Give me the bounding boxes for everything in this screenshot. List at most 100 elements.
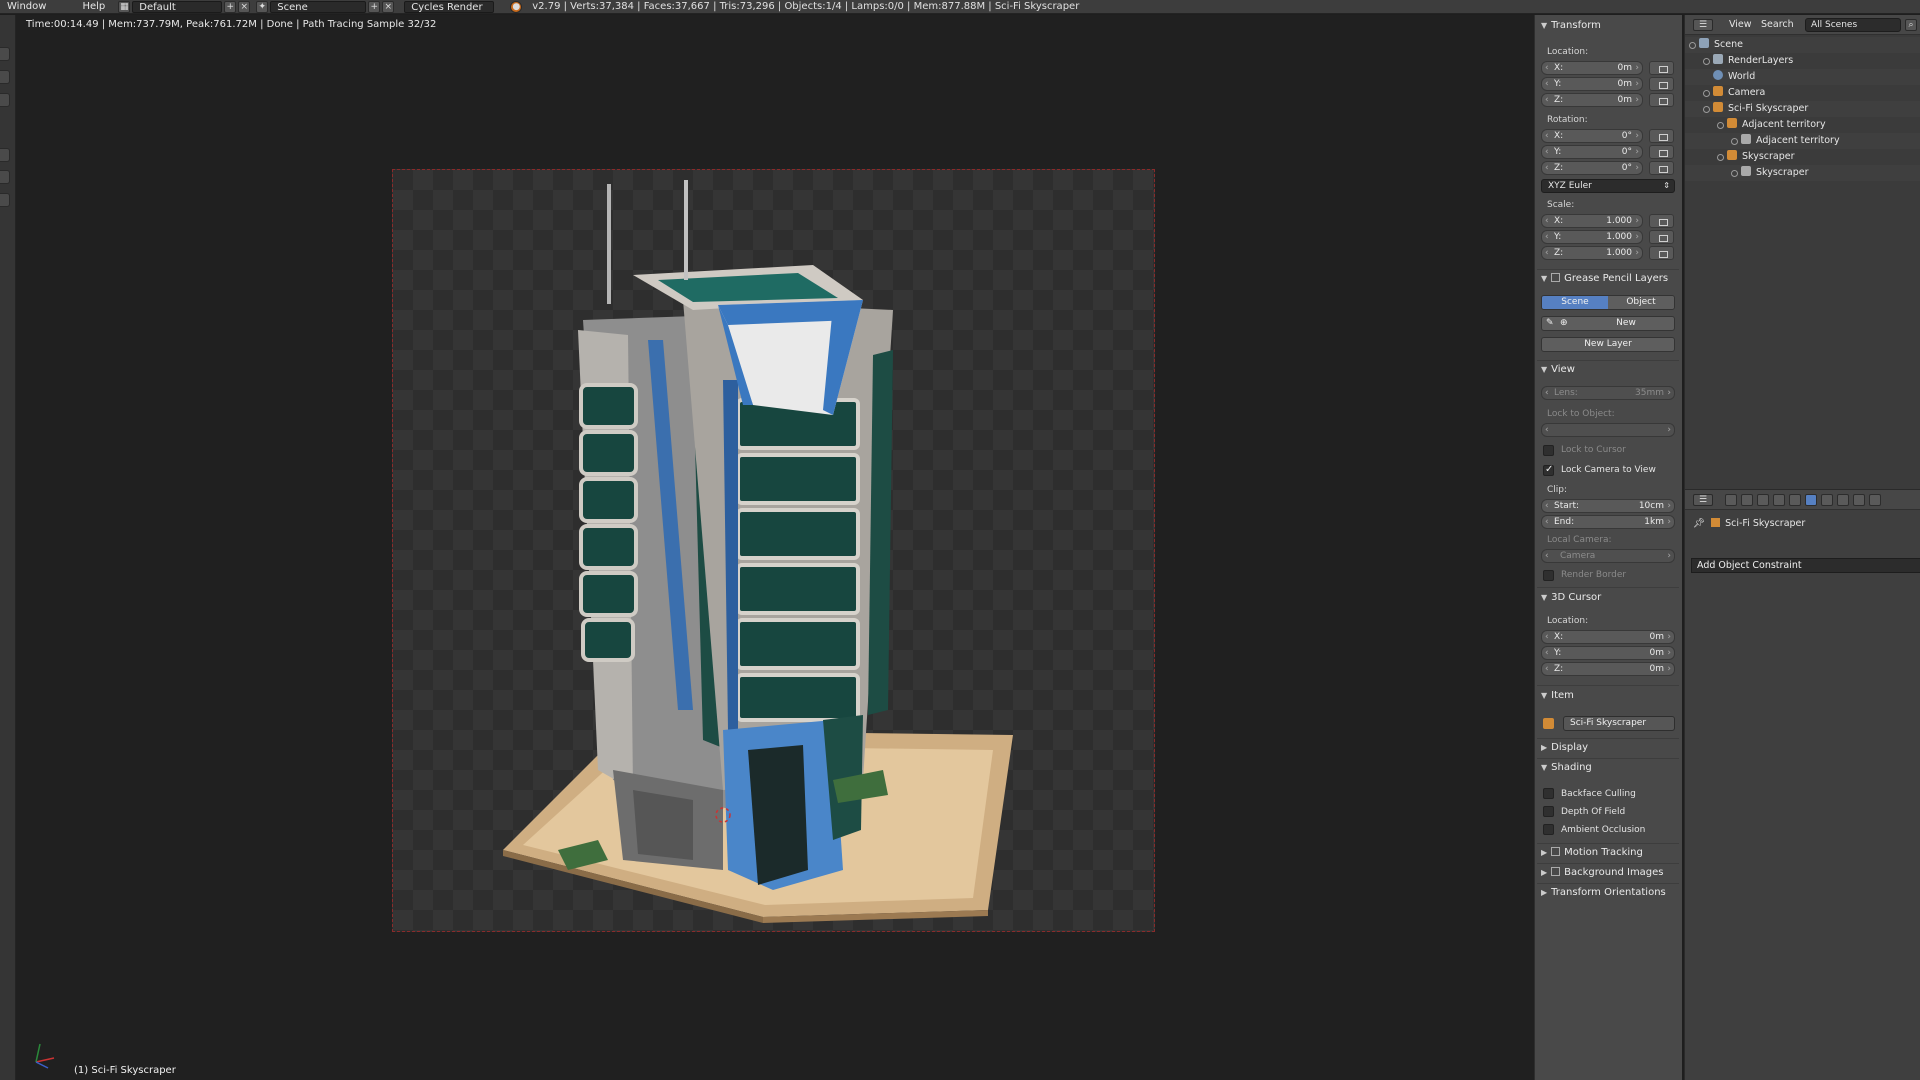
render-engine-dropdown[interactable]: Cycles Render xyxy=(404,0,495,13)
lock-camera-to-view-checkbox[interactable] xyxy=(1543,464,1554,476)
lock-scale-z-icon[interactable] xyxy=(1649,246,1674,260)
layout-screen-icon[interactable]: ▦ xyxy=(118,0,131,13)
outliner-item-skyscraper-mesh[interactable]: Skyscraper xyxy=(1741,165,1809,181)
world-tab-icon[interactable] xyxy=(1773,494,1785,506)
depth-of-field-checkbox[interactable] xyxy=(1543,806,1554,817)
tool-tab[interactable] xyxy=(0,47,10,61)
cursor-z-field[interactable]: Z: 0m xyxy=(1541,662,1675,676)
collapse-toggle-icon[interactable] xyxy=(1703,106,1710,113)
tool-tab[interactable] xyxy=(0,170,10,184)
cursor-x-field[interactable]: X: 0m xyxy=(1541,630,1675,644)
material-tab-icon[interactable] xyxy=(1853,494,1865,506)
render-layers-tab-icon[interactable] xyxy=(1741,494,1753,506)
expand-toggle-icon[interactable] xyxy=(1703,90,1710,97)
outliner-menu-view[interactable]: View xyxy=(1729,19,1752,30)
shading-panel-header[interactable]: ▼ Shading xyxy=(1541,762,1592,773)
3d-cursor-panel-header[interactable]: ▼ 3D Cursor xyxy=(1541,592,1601,603)
display-mode-dropdown[interactable]: All Scenes xyxy=(1805,18,1901,32)
rotation-z-field[interactable]: Z: 0° xyxy=(1541,161,1643,175)
add-layout-icon[interactable]: + xyxy=(224,0,237,13)
background-images-checkbox-icon[interactable] xyxy=(1551,867,1561,876)
menu-help[interactable]: Help xyxy=(75,1,112,12)
outliner-item-sci-fi-skyscraper[interactable]: Sci-Fi Skyscraper xyxy=(1713,101,1808,117)
outliner-item-adjacent-territory-mesh[interactable]: Adjacent territory xyxy=(1741,133,1840,149)
scene-tab-icon[interactable] xyxy=(1757,494,1769,506)
grease-pencil-panel-header[interactable]: ▼ Grease Pencil Layers xyxy=(1541,273,1668,284)
new-grease-pencil-button[interactable]: ✎ ⊕ New xyxy=(1541,316,1675,331)
lock-to-object-field[interactable] xyxy=(1541,423,1675,437)
scene-icon[interactable]: ✦ xyxy=(256,0,269,13)
location-y-field[interactable]: Y: 0m xyxy=(1541,77,1643,91)
lock-to-cursor-checkbox[interactable] xyxy=(1543,445,1554,456)
outliner-item-camera[interactable]: Camera xyxy=(1713,85,1765,101)
grease-pencil-checkbox-icon[interactable] xyxy=(1551,273,1561,282)
lock-rotation-z-icon[interactable] xyxy=(1649,161,1674,175)
scale-z-field[interactable]: Z: 1.000 xyxy=(1541,246,1643,260)
pin-icon[interactable]: 📌︎ xyxy=(1693,518,1705,529)
outliner-item-adjacent-territory[interactable]: Adjacent territory xyxy=(1727,117,1826,133)
object-name-field[interactable]: Sci-Fi Skyscraper xyxy=(1563,716,1675,731)
render-border-checkbox[interactable] xyxy=(1543,570,1554,581)
texture-tab-icon[interactable] xyxy=(1869,494,1881,506)
lock-rotation-x-icon[interactable] xyxy=(1649,129,1674,143)
lock-location-x-icon[interactable] xyxy=(1649,61,1674,75)
menu-window[interactable]: Window xyxy=(0,1,53,12)
view-panel-header[interactable]: ▼ View xyxy=(1541,364,1575,375)
outliner-item-skyscraper[interactable]: Skyscraper xyxy=(1727,149,1795,165)
remove-scene-icon[interactable]: × xyxy=(382,0,395,13)
remove-layout-icon[interactable]: × xyxy=(238,0,251,13)
expand-toggle-icon[interactable] xyxy=(1703,58,1710,65)
tool-tab[interactable] xyxy=(0,148,10,162)
modifiers-tab-icon[interactable] xyxy=(1821,494,1833,506)
transform-orientations-panel-header[interactable]: ▶ Transform Orientations xyxy=(1541,887,1666,898)
outliner-item-renderlayers[interactable]: RenderLayers xyxy=(1713,53,1793,69)
object-tab-icon[interactable] xyxy=(1789,494,1801,506)
clip-end-field[interactable]: End: 1km xyxy=(1541,515,1675,529)
lock-rotation-y-icon[interactable] xyxy=(1649,145,1674,159)
lock-scale-y-icon[interactable] xyxy=(1649,230,1674,244)
backface-culling-checkbox[interactable] xyxy=(1543,788,1554,799)
lock-location-y-icon[interactable] xyxy=(1649,77,1674,91)
location-x-field[interactable]: X: 0m xyxy=(1541,61,1643,75)
layout-selector[interactable]: Default xyxy=(132,0,223,13)
clip-start-field[interactable]: Start: 10cm xyxy=(1541,499,1675,513)
lock-location-z-icon[interactable] xyxy=(1649,93,1674,107)
expand-toggle-icon[interactable] xyxy=(1731,170,1738,177)
tab-object[interactable]: Object xyxy=(1608,296,1674,309)
outliner-search-icon[interactable]: ⌕ xyxy=(1905,19,1917,31)
transform-panel-header[interactable]: ▼ Transform xyxy=(1541,20,1601,31)
tool-tab[interactable] xyxy=(0,93,10,107)
scale-y-field[interactable]: Y: 1.000 xyxy=(1541,230,1643,244)
outliner-item-world[interactable]: World xyxy=(1713,69,1755,85)
tool-tab[interactable] xyxy=(0,193,10,207)
item-panel-header[interactable]: ▼ Item xyxy=(1541,690,1574,701)
add-scene-icon[interactable]: + xyxy=(368,0,381,13)
tool-tab[interactable] xyxy=(0,70,10,84)
constraints-tab-icon[interactable] xyxy=(1805,494,1817,506)
motion-tracking-checkbox-icon[interactable] xyxy=(1551,847,1561,856)
background-images-panel-header[interactable]: ▶ Background Images xyxy=(1541,867,1664,878)
collapse-toggle-icon[interactable] xyxy=(1689,42,1696,49)
scale-x-field[interactable]: X: 1.000 xyxy=(1541,214,1643,228)
rotation-mode-dropdown[interactable]: XYZ Euler ⇕ xyxy=(1541,179,1675,193)
motion-tracking-panel-header[interactable]: ▶ Motion Tracking xyxy=(1541,847,1643,858)
rotation-x-field[interactable]: X: 0° xyxy=(1541,129,1643,143)
location-z-field[interactable]: Z: 0m xyxy=(1541,93,1643,107)
tab-scene[interactable]: Scene xyxy=(1542,296,1608,309)
expand-toggle-icon[interactable] xyxy=(1731,138,1738,145)
rotation-y-field[interactable]: Y: 0° xyxy=(1541,145,1643,159)
display-panel-header[interactable]: ▶ Display xyxy=(1541,742,1588,753)
add-object-constraint-dropdown[interactable]: Add Object Constraint xyxy=(1691,558,1920,573)
lock-scale-x-icon[interactable] xyxy=(1649,214,1674,228)
data-tab-icon[interactable] xyxy=(1837,494,1849,506)
scene-selector[interactable]: Scene xyxy=(270,0,367,13)
collapse-toggle-icon[interactable] xyxy=(1717,122,1724,129)
outliner-menu-search[interactable]: Search xyxy=(1761,19,1794,30)
cursor-y-field[interactable]: Y: 0m xyxy=(1541,646,1675,660)
editor-type-icon[interactable]: ☰ xyxy=(1693,494,1713,506)
render-tab-icon[interactable] xyxy=(1725,494,1737,506)
lens-field[interactable]: Lens: 35mm xyxy=(1541,386,1675,400)
3d-viewport[interactable]: Time:00:14.49 | Mem:737.79M, Peak:761.72… xyxy=(16,15,1534,1080)
ambient-occlusion-checkbox[interactable] xyxy=(1543,824,1554,835)
new-layer-button[interactable]: New Layer xyxy=(1541,337,1675,352)
